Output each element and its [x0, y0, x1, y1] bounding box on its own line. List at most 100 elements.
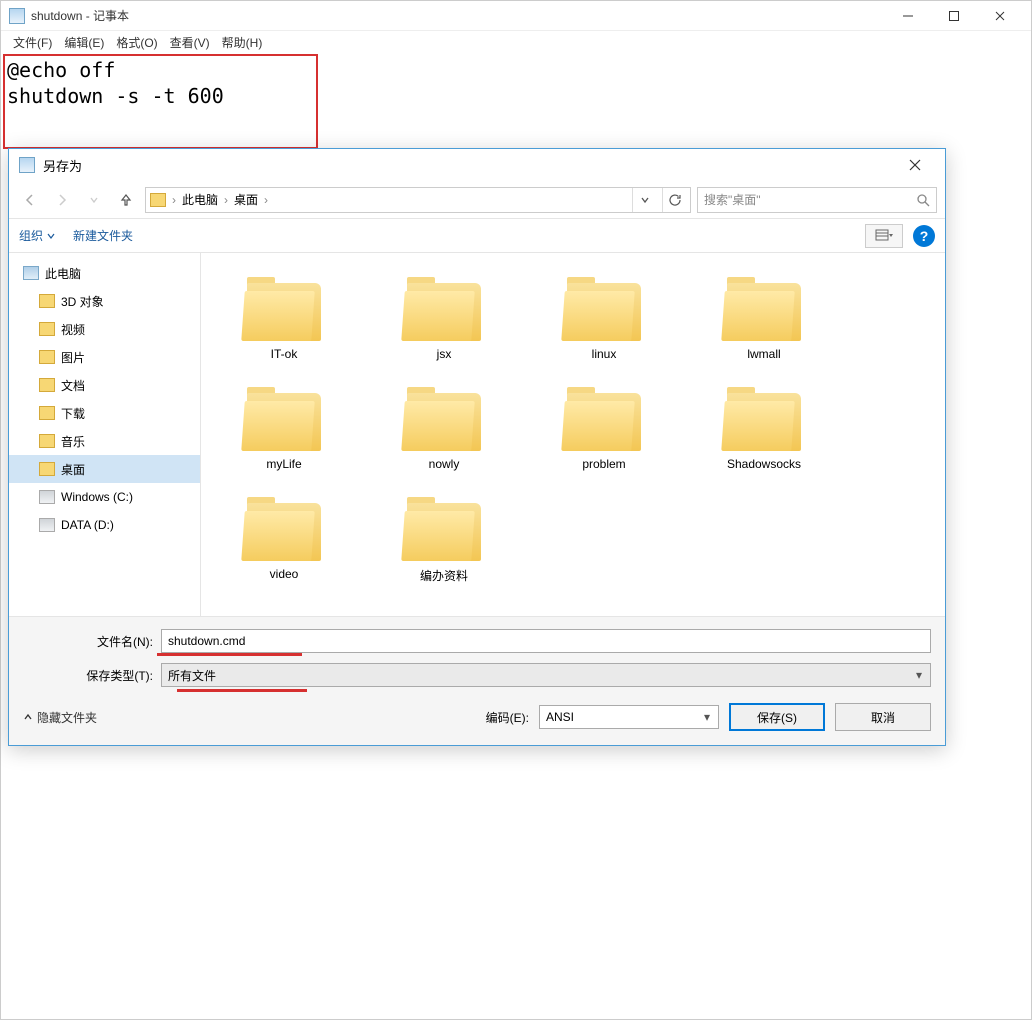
sidebar-item-this-pc[interactable]: 此电脑 [9, 259, 200, 287]
sidebar-item[interactable]: DATA (D:) [9, 511, 200, 539]
filetype-select[interactable]: 所有文件 [161, 663, 931, 687]
sidebar-item[interactable]: 图片 [9, 343, 200, 371]
folder-icon [39, 350, 55, 364]
sidebar-item-label: 图片 [61, 349, 85, 366]
sidebar-item-label: Windows (C:) [61, 490, 133, 504]
folder-icon [723, 381, 805, 451]
search-icon [916, 193, 930, 207]
maximize-button[interactable] [931, 1, 977, 31]
folder-icon [243, 491, 325, 561]
minimize-button[interactable] [885, 1, 931, 31]
folder-item[interactable]: Shadowsocks [699, 381, 829, 471]
nav-forward-button[interactable] [49, 187, 75, 213]
folder-item[interactable]: jsx [379, 271, 509, 361]
nav-recent-button[interactable] [81, 187, 107, 213]
close-button[interactable] [977, 1, 1023, 31]
drive-icon [39, 518, 55, 532]
folder-label: problem [582, 457, 625, 471]
menu-view[interactable]: 查看(V) [166, 32, 214, 53]
nav-up-button[interactable] [113, 187, 139, 213]
save-as-dialog: 另存为 › 此电脑 › 桌面 › [8, 148, 946, 746]
folder-label: video [270, 567, 299, 581]
help-button[interactable]: ? [913, 225, 935, 247]
sidebar-item[interactable]: 文档 [9, 371, 200, 399]
folder-icon [243, 271, 325, 341]
notepad-menubar: 文件(F) 编辑(E) 格式(O) 查看(V) 帮助(H) [1, 31, 1031, 53]
sidebar-item-label: 视频 [61, 321, 85, 338]
folder-item[interactable]: IT-ok [219, 271, 349, 361]
filetype-label: 保存类型(T): [23, 667, 153, 684]
dialog-body: 此电脑 3D 对象视频图片文档下载音乐桌面 Windows (C:) DATA (D… [9, 253, 945, 616]
breadcrumb-separator: › [172, 193, 176, 207]
dialog-toolbar: 组织 新建文件夹 ? [9, 219, 945, 253]
menu-help[interactable]: 帮助(H) [218, 32, 267, 53]
cancel-button[interactable]: 取消 [835, 703, 931, 731]
dialog-close-button[interactable] [895, 151, 935, 179]
refresh-button[interactable] [662, 188, 686, 212]
menu-format[interactable]: 格式(O) [112, 32, 161, 53]
folder-item[interactable]: linux [539, 271, 669, 361]
encoding-select[interactable]: ANSI [539, 705, 719, 729]
organize-menu[interactable]: 组织 [19, 227, 55, 244]
menu-file[interactable]: 文件(F) [9, 32, 56, 53]
breadcrumb-root[interactable]: 此电脑 [182, 191, 218, 208]
folder-item[interactable]: nowly [379, 381, 509, 471]
sidebar-item-label: 音乐 [61, 433, 85, 450]
folder-item[interactable]: video [219, 491, 349, 584]
folder-item[interactable]: problem [539, 381, 669, 471]
sidebar-item[interactable]: 桌面 [9, 455, 200, 483]
folder-icon [243, 381, 325, 451]
folder-icon [563, 271, 645, 341]
pc-icon [23, 266, 39, 280]
folder-icon [39, 462, 55, 476]
notepad-icon [9, 8, 25, 24]
folder-icon [403, 381, 485, 451]
folder-icon [563, 381, 645, 451]
sidebar-item[interactable]: 视频 [9, 315, 200, 343]
folder-icon [39, 378, 55, 392]
nav-back-button[interactable] [17, 187, 43, 213]
folder-icon [403, 491, 485, 561]
folder-label: nowly [429, 457, 460, 471]
sidebar-item-label: DATA (D:) [61, 518, 114, 532]
folder-icon [150, 193, 166, 207]
sidebar-item[interactable]: Windows (C:) [9, 483, 200, 511]
file-grid[interactable]: IT-ok jsx linux lwmall myLife nowly problem Sha… [201, 253, 945, 616]
filename-input[interactable] [161, 629, 931, 653]
sidebar-item[interactable]: 音乐 [9, 427, 200, 455]
dialog-icon [19, 157, 35, 173]
chevron-up-icon [23, 712, 33, 722]
annotation-underline-filename [157, 653, 302, 656]
folder-item[interactable]: myLife [219, 381, 349, 471]
sidebar-item[interactable]: 3D 对象 [9, 287, 200, 315]
folder-icon [403, 271, 485, 341]
save-button[interactable]: 保存(S) [729, 703, 825, 731]
chevron-down-icon [47, 232, 55, 240]
sidebar-item[interactable]: 下载 [9, 399, 200, 427]
folder-label: linux [592, 347, 617, 361]
sidebar-item-label: 文档 [61, 377, 85, 394]
hide-folders-toggle[interactable]: 隐藏文件夹 [23, 709, 97, 726]
folder-item[interactable]: 编办资料 [379, 491, 509, 584]
address-bar[interactable]: › 此电脑 › 桌面 › [145, 187, 691, 213]
view-options-button[interactable] [865, 224, 903, 248]
folder-label: Shadowsocks [727, 457, 801, 471]
folder-label: lwmall [747, 347, 780, 361]
annotation-underline-filetype [177, 689, 307, 692]
folder-icon [723, 271, 805, 341]
address-dropdown[interactable] [632, 188, 656, 212]
new-folder-button[interactable]: 新建文件夹 [73, 227, 133, 244]
sidebar: 此电脑 3D 对象视频图片文档下载音乐桌面 Windows (C:) DATA (D… [9, 253, 201, 616]
folder-label: IT-ok [271, 347, 298, 361]
notepad-textarea[interactable]: @echo off shutdown -s -t 600 [1, 53, 1031, 113]
folder-icon [39, 434, 55, 448]
notepad-titlebar: shutdown - 记事本 [1, 1, 1031, 31]
menu-edit[interactable]: 编辑(E) [60, 32, 108, 53]
dialog-title: 另存为 [43, 156, 82, 175]
breadcrumb-location[interactable]: 桌面 [234, 191, 258, 208]
drive-icon [39, 490, 55, 504]
search-input[interactable]: 搜索"桌面" [697, 187, 937, 213]
breadcrumb-separator: › [264, 193, 268, 207]
folder-item[interactable]: lwmall [699, 271, 829, 361]
sidebar-item-label: 下载 [61, 405, 85, 422]
